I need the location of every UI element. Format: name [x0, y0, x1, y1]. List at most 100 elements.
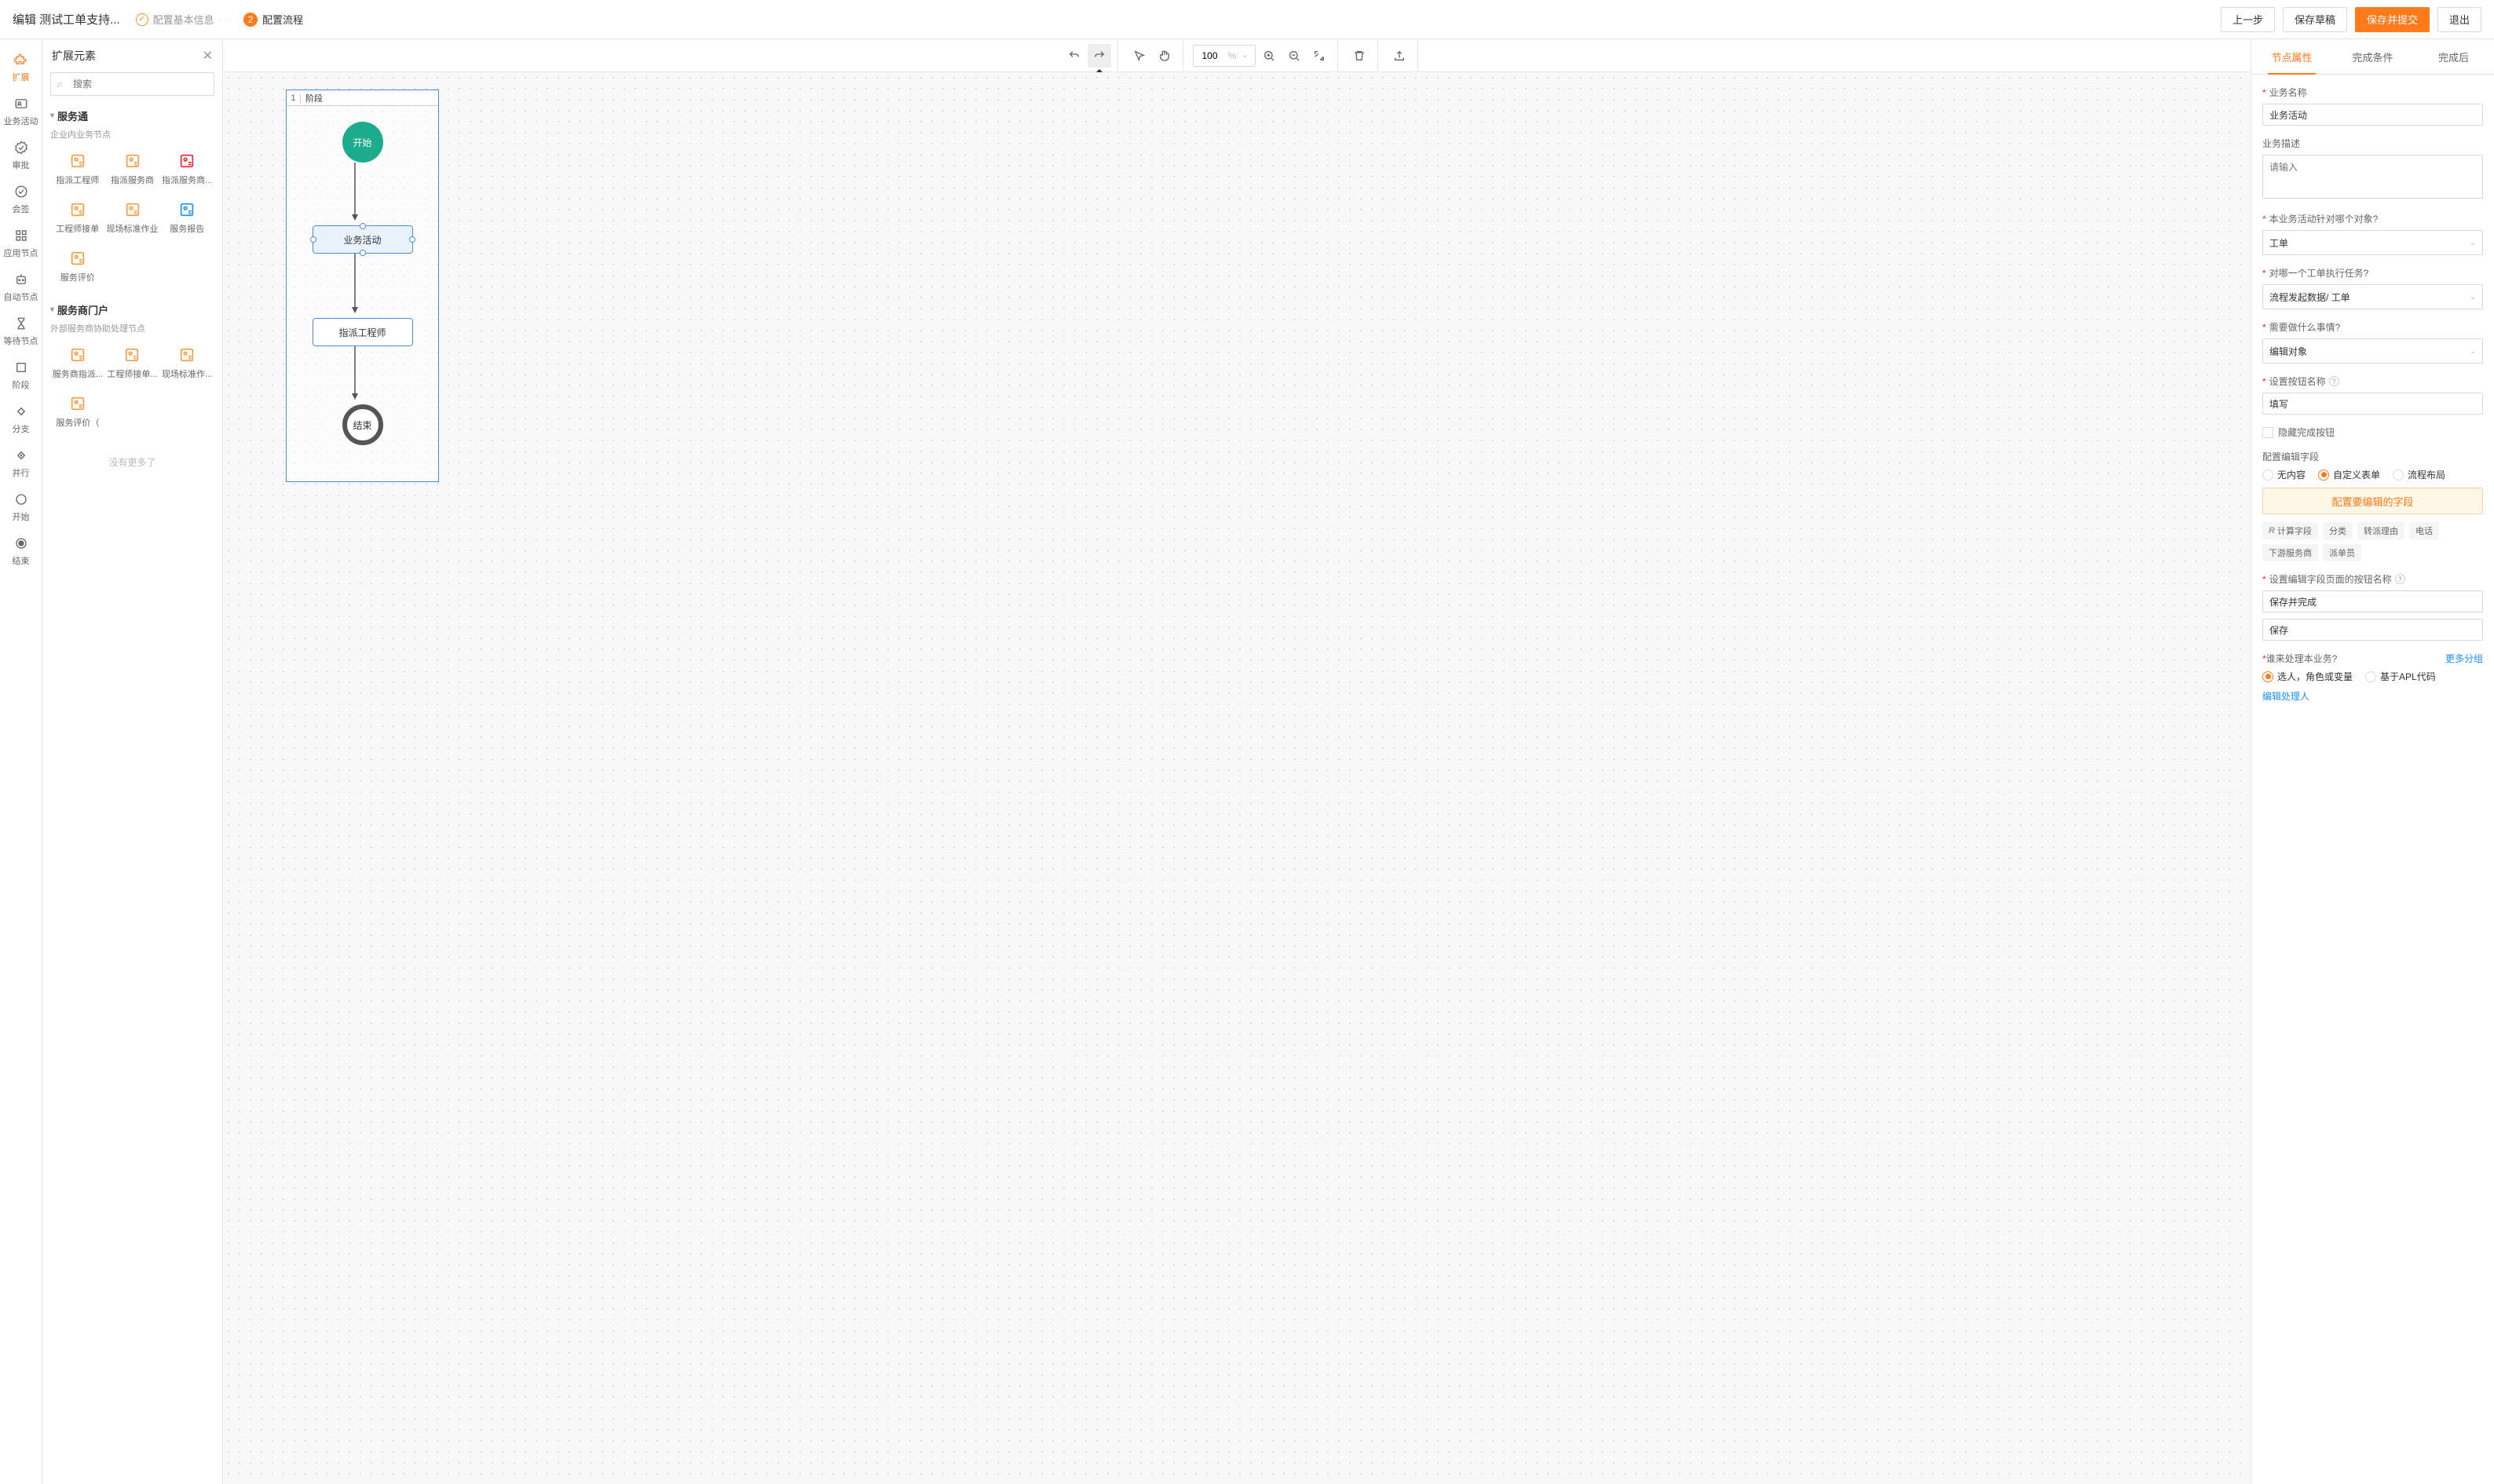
field-action: *需要做什么事情? 编辑对象⌄ [2262, 320, 2483, 364]
chevron-down-icon: ⌄ [2470, 239, 2476, 247]
rail-item-user-card[interactable]: 业务活动 [0, 90, 42, 133]
redo-button[interactable]: 重做 [1088, 44, 1111, 68]
radio-custom[interactable]: 自定义表单 [2318, 468, 2380, 481]
ext-node-item[interactable]: 服务报告 [160, 196, 215, 239]
activity-node[interactable]: 业务活动 [313, 225, 413, 254]
hide-checkbox-row[interactable]: 隐藏完成按钮 [2262, 426, 2483, 439]
rail-item-group-check[interactable]: 会签 [0, 177, 42, 221]
ext-node-item[interactable]: 现场标准作... [159, 341, 214, 385]
field-tag[interactable]: 派单员 [2323, 544, 2361, 561]
rail-item-puzzle[interactable]: 扩展 [0, 46, 42, 90]
target-select[interactable]: 工单⌄ [2262, 230, 2483, 255]
submit-button[interactable]: 保存并提交 [2355, 7, 2430, 32]
ext-node-item[interactable]: 指派工程师 [50, 147, 105, 191]
ext-node-item[interactable]: 服务评价（ [50, 389, 105, 433]
node-type-icon [68, 345, 87, 364]
field-tag[interactable]: 分类 [2323, 522, 2353, 539]
zoom-out-button[interactable] [1282, 44, 1306, 68]
ext-node-item[interactable]: 服务商指派... [50, 341, 105, 385]
rail-item-circle[interactable]: 开始 [0, 485, 42, 529]
handle-right[interactable] [409, 236, 415, 243]
fit-button[interactable] [1307, 44, 1331, 68]
page-btn-input-2[interactable] [2262, 619, 2483, 641]
rail-item-parallel[interactable]: 并行 [0, 441, 42, 485]
tab-conditions[interactable]: 完成条件 [2332, 39, 2413, 74]
radio-person[interactable]: 选人，角色或变量 [2262, 670, 2353, 683]
extension-panel: 扩展元素 ✕ 服务通 企业内业务节点 指派工程师指派服务商指派服务商...工程师… [42, 39, 223, 1484]
end-node[interactable]: 结束 [342, 404, 383, 445]
close-icon[interactable]: ✕ [203, 48, 213, 64]
stage-header: 1 阶段 [287, 90, 438, 106]
ext-grid-2: 服务商指派...工程师接单...现场标准作... 服务评价（ [50, 341, 214, 433]
ext-section-title[interactable]: 服务通 [50, 104, 214, 128]
undo-button[interactable] [1062, 44, 1086, 68]
ext-node-item[interactable]: 现场标准作业 [105, 196, 160, 239]
radio-layout[interactable]: 流程布局 [2393, 468, 2445, 481]
edge-1 [355, 163, 371, 225]
check-badge-icon [13, 140, 29, 155]
ext-cell-label: 工程师接单 [56, 222, 99, 235]
rail-item-label: 审批 [13, 159, 30, 171]
edit-handler-link[interactable]: 编辑处理人 [2262, 691, 2309, 702]
rail-item-label: 业务活动 [4, 115, 38, 127]
stage-container[interactable]: 1 阶段 开始 业务活动 指派工程师 结束 [286, 90, 439, 482]
handle-top[interactable] [360, 223, 366, 229]
action-select[interactable]: 编辑对象⌄ [2262, 338, 2483, 364]
handle-left[interactable] [310, 236, 316, 243]
node-type-icon [177, 152, 196, 170]
rail-item-check-badge[interactable]: 审批 [0, 133, 42, 177]
ext-node-item[interactable]: 服务评价 [50, 244, 105, 288]
ext-node-item[interactable]: 工程师接单 [50, 196, 105, 239]
stage-name: 阶段 [301, 92, 323, 104]
rail-item-hourglass[interactable]: 等待节点 [0, 309, 42, 353]
ext-section-title[interactable]: 服务商门户 [50, 298, 214, 322]
zoom-value[interactable] [1194, 50, 1227, 61]
ticket-select[interactable]: 流程发起数据/ 工单⌄ [2262, 284, 2483, 309]
chevron-down-icon[interactable]: ⌄ [1238, 51, 1251, 60]
radio-apl[interactable]: 基于APL代码 [2365, 670, 2436, 683]
hand-tool[interactable] [1153, 44, 1176, 68]
more-groups-link[interactable]: 更多分组 [2445, 652, 2483, 665]
delete-button[interactable] [1348, 44, 1371, 68]
ext-search [42, 72, 222, 104]
rail-item-square[interactable]: 阶段 [0, 353, 42, 397]
info-icon[interactable]: ? [2395, 574, 2405, 584]
btn-name-input[interactable] [2262, 393, 2483, 415]
ext-grid-1: 指派工程师指派服务商指派服务商... 工程师接单现场标准作业服务报告服务评价 [50, 147, 214, 288]
field-tag[interactable]: 电话 [2409, 522, 2439, 539]
config-fields-button[interactable]: 配置要编辑的字段 [2262, 488, 2483, 514]
canvas[interactable]: 1 阶段 开始 业务活动 指派工程师 结束 [223, 72, 2251, 1484]
search-input[interactable] [50, 72, 214, 96]
save-draft-button[interactable]: 保存草稿 [2283, 7, 2347, 32]
rail-item-label: 自动节点 [4, 291, 38, 303]
zoom-input[interactable]: % ⌄ [1193, 45, 1256, 67]
tab-after[interactable]: 完成后 [2413, 39, 2494, 74]
ext-node-item[interactable]: 工程师接单... [105, 341, 160, 385]
exit-button[interactable]: 退出 [2437, 7, 2481, 32]
page-btn-input-1[interactable] [2262, 590, 2483, 612]
zoom-in-button[interactable] [1257, 44, 1281, 68]
rail-item-grid[interactable]: 应用节点 [0, 221, 42, 265]
rail-item-circle-filled[interactable]: 结束 [0, 529, 42, 573]
desc-textarea[interactable] [2262, 155, 2483, 199]
rail-item-branch[interactable]: 分支 [0, 397, 42, 441]
assign-node[interactable]: 指派工程师 [313, 318, 413, 346]
radio-none[interactable]: 无内容 [2262, 468, 2306, 481]
field-tag[interactable]: 转派理由 [2357, 522, 2404, 539]
name-input[interactable] [2262, 104, 2483, 126]
header-actions: 上一步 保存草稿 保存并提交 退出 [2221, 7, 2481, 32]
ext-node-item[interactable]: 指派服务商... [160, 147, 215, 191]
ext-cell-label: 指派服务商 [111, 174, 154, 186]
tab-properties[interactable]: 节点属性 [2251, 39, 2332, 74]
tag-row: R 计算字段分类转派理由电话下游服务商派单员 [2262, 522, 2483, 561]
pointer-tool[interactable] [1128, 44, 1151, 68]
field-hide-btn: 隐藏完成按钮 [2262, 426, 2483, 439]
export-button[interactable] [1388, 44, 1411, 68]
rail-item-robot[interactable]: 自动节点 [0, 265, 42, 309]
prev-button[interactable]: 上一步 [2221, 7, 2275, 32]
ext-node-item[interactable]: 指派服务商 [105, 147, 160, 191]
start-node[interactable]: 开始 [342, 122, 383, 163]
info-icon[interactable]: ? [2329, 376, 2339, 386]
field-tag[interactable]: 下游服务商 [2262, 544, 2318, 561]
field-tag[interactable]: R 计算字段 [2262, 522, 2318, 539]
